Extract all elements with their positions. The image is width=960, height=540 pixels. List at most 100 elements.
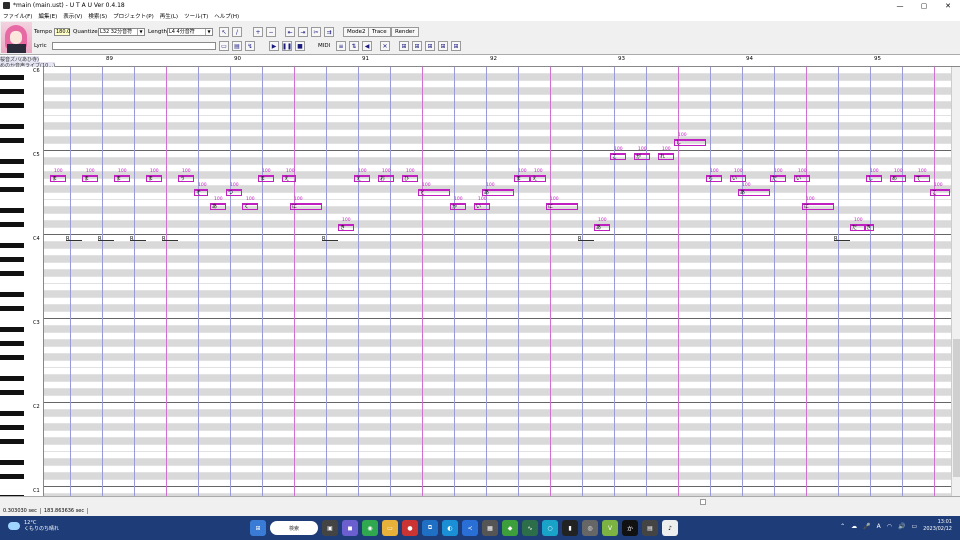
- note[interactable]: か: [450, 203, 466, 210]
- note[interactable]: い: [474, 203, 490, 210]
- black-key[interactable]: [0, 306, 24, 311]
- note[interactable]: あ: [210, 203, 226, 210]
- clock[interactable]: 13:01 2023/02/12: [923, 519, 952, 533]
- merge-icon[interactable]: ⇉: [324, 27, 334, 37]
- vibrato-icon-4[interactable]: ⊞: [438, 41, 448, 51]
- note[interactable]: お: [378, 175, 394, 182]
- black-key[interactable]: [0, 376, 24, 381]
- black-key[interactable]: [0, 222, 24, 227]
- note[interactable]: し: [674, 139, 706, 146]
- vibrato-icon-1[interactable]: ⊞: [399, 41, 409, 51]
- rest-note[interactable]: R: [834, 237, 850, 242]
- color-app-icon[interactable]: ●: [402, 520, 418, 536]
- quantize-select[interactable]: L32 32分音符 ▼: [98, 28, 145, 36]
- menu-tools[interactable]: ツール(T): [184, 12, 208, 20]
- black-key[interactable]: [0, 243, 24, 248]
- zoom-out-icon[interactable]: −: [266, 27, 276, 37]
- go-start-icon[interactable]: ⇤: [285, 27, 295, 37]
- note[interactable]: れ: [658, 153, 674, 160]
- note[interactable]: い: [730, 175, 746, 182]
- minecraft-icon[interactable]: ◆: [502, 520, 518, 536]
- obs-icon[interactable]: ◎: [582, 520, 598, 536]
- note[interactable]: て: [914, 175, 930, 182]
- rest-note[interactable]: R: [66, 237, 82, 242]
- midi-label[interactable]: MIDI: [318, 43, 330, 49]
- stop-icon[interactable]: ■: [295, 41, 305, 51]
- vscode-icon[interactable]: ≺: [462, 520, 478, 536]
- black-key[interactable]: [0, 159, 24, 164]
- sliders-icon[interactable]: ⇅: [349, 41, 359, 51]
- note[interactable]: め: [890, 175, 906, 182]
- rest-note[interactable]: R: [578, 237, 594, 242]
- note[interactable]: き: [864, 224, 874, 231]
- note[interactable]: こ: [930, 189, 950, 196]
- black-key[interactable]: [0, 257, 24, 262]
- scroll-thumb[interactable]: [700, 499, 706, 505]
- envelope-icon[interactable]: ▤: [232, 41, 242, 51]
- black-key[interactable]: [0, 292, 24, 297]
- list-icon[interactable]: ≡: [336, 41, 346, 51]
- taskbar-search[interactable]: 検索: [270, 521, 318, 535]
- note[interactable]: だ: [770, 175, 786, 182]
- go-end-icon[interactable]: ⇥: [298, 27, 308, 37]
- maximize-button[interactable]: ▢: [912, 0, 936, 11]
- mode2-button[interactable]: Mode2: [343, 27, 370, 37]
- black-key[interactable]: [0, 411, 24, 416]
- document-icon[interactable]: ▤: [642, 520, 658, 536]
- note[interactable]: ま: [82, 175, 98, 182]
- black-key[interactable]: [0, 187, 24, 192]
- weather-widget[interactable]: 12°C くもりのち晴れ: [8, 520, 59, 532]
- note[interactable]: ら: [706, 175, 722, 182]
- note[interactable]: に: [290, 203, 322, 210]
- speaker-icon[interactable]: ◀: [362, 41, 372, 51]
- note[interactable]: う: [178, 175, 194, 182]
- note[interactable]: に: [802, 203, 834, 210]
- note[interactable]: ま: [114, 175, 130, 182]
- render-button[interactable]: Render: [391, 27, 419, 37]
- black-key[interactable]: [0, 355, 24, 360]
- note[interactable]: え: [530, 175, 546, 182]
- windows-start-icon[interactable]: ⊞: [250, 520, 266, 536]
- pencil-tool-icon[interactable]: /: [232, 27, 242, 37]
- lyric-input[interactable]: [52, 42, 216, 50]
- task-view-icon[interactable]: ▣: [322, 520, 338, 536]
- note[interactable]: こ: [610, 153, 626, 160]
- note[interactable]: え: [282, 175, 296, 182]
- speaker-icon[interactable]: 🔊: [898, 523, 905, 530]
- notes-icon[interactable]: ▦: [482, 520, 498, 536]
- menu-play[interactable]: 再生(L): [160, 12, 178, 20]
- note[interactable]: ひ: [402, 175, 418, 182]
- rest-note[interactable]: R: [322, 237, 338, 242]
- note-prop-icon[interactable]: ▭: [219, 41, 229, 51]
- wifi-icon[interactable]: ◠: [887, 523, 892, 530]
- vibrato-icon-2[interactable]: ⊞: [412, 41, 422, 51]
- note[interactable]: い: [794, 175, 810, 182]
- length-select[interactable]: L4 4分音符 ▼: [167, 28, 213, 36]
- edge-icon[interactable]: ◐: [442, 520, 458, 536]
- split-icon[interactable]: ✂: [311, 27, 321, 37]
- note[interactable]: そ: [194, 189, 208, 196]
- mic-icon[interactable]: 🎤: [863, 523, 870, 530]
- note[interactable]: つ: [226, 189, 242, 196]
- black-key[interactable]: [0, 439, 24, 444]
- black-key[interactable]: [0, 460, 24, 465]
- voicebank-avatar[interactable]: [1, 22, 32, 53]
- chrome-icon[interactable]: ◉: [362, 520, 378, 536]
- note-grid[interactable]: ま 100 ま 100 ま 100 ま 100 う 100 そ 100 つ 100 あ 100 く 100 ま 100…: [44, 67, 951, 496]
- pause-icon[interactable]: ❚❚: [282, 41, 292, 51]
- menu-view[interactable]: 表示(V): [63, 12, 82, 20]
- menu-project[interactable]: プロジェクト(P): [113, 12, 154, 20]
- note[interactable]: あ: [482, 189, 514, 196]
- rest-note[interactable]: R: [130, 237, 146, 242]
- note[interactable]: と: [418, 189, 450, 196]
- note[interactable]: に: [546, 203, 578, 210]
- black-key[interactable]: [0, 271, 24, 276]
- audio-app-icon[interactable]: ∿: [522, 520, 538, 536]
- note[interactable]: え: [354, 175, 370, 182]
- black-key[interactable]: [0, 75, 24, 80]
- menu-search[interactable]: 検索(S): [88, 12, 107, 20]
- black-key[interactable]: [0, 390, 24, 395]
- black-key[interactable]: [0, 341, 24, 346]
- scroll-thumb[interactable]: [953, 339, 960, 477]
- trace-button[interactable]: Trace: [368, 27, 391, 37]
